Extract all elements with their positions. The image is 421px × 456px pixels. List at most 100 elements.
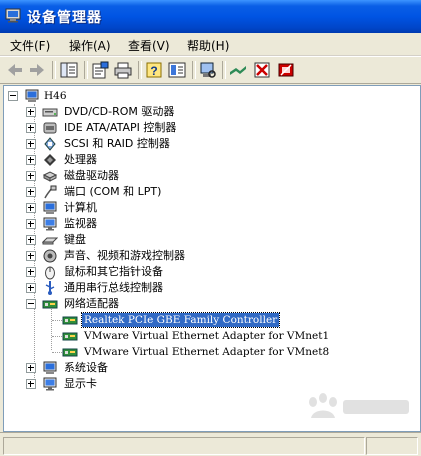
tree-item-ide-ata[interactable]: IDE ATA/ATAPI 控制器 <box>26 120 406 136</box>
menu-help[interactable]: 帮助(H) <box>187 37 229 54</box>
expand-toggle[interactable] <box>26 363 36 373</box>
network-card-icon <box>62 312 78 328</box>
tree-item-label: 磁盘驱动器 <box>64 169 119 182</box>
sound-icon <box>42 248 58 264</box>
computer-class-icon <box>42 200 58 216</box>
tree-item-network-adapters[interactable]: 网络适配器 <box>26 296 406 312</box>
tree-item-label: DVD/CD-ROM 驱动器 <box>64 105 175 118</box>
expand-toggle[interactable] <box>26 267 36 277</box>
show-hide-console-tree-icon[interactable] <box>59 60 79 80</box>
ide-controller-icon <box>42 120 58 136</box>
print-icon[interactable] <box>113 60 133 80</box>
menu-view[interactable]: 查看(V) <box>128 37 170 54</box>
tree-child-vmnet1[interactable]: VMware Virtual Ethernet Adapter for VMne… <box>62 328 402 344</box>
toolbar: ? <box>0 56 421 84</box>
tree-item-dvd-cdrom[interactable]: DVD/CD-ROM 驱动器 <box>26 104 406 120</box>
expand-toggle[interactable] <box>26 155 36 165</box>
device-tree[interactable]: H46 DVD/CD-ROM 驱动器 IDE ATA/ATAPI 控制器 SCS… <box>3 85 421 432</box>
expand-toggle[interactable] <box>26 187 36 197</box>
tree-root[interactable]: H46 <box>8 88 408 104</box>
tree-item-label: 计算机 <box>64 201 97 214</box>
computer-icon <box>24 88 40 104</box>
export-list-icon[interactable] <box>167 60 187 80</box>
keyboard-icon <box>42 232 58 248</box>
properties-icon[interactable] <box>90 60 110 80</box>
tree-item-mouse[interactable]: 鼠标和其它指针设备 <box>26 264 406 280</box>
tree-item-label: 通用串行总线控制器 <box>64 281 163 294</box>
tree-item-ports[interactable]: 端口 (COM 和 LPT) <box>26 184 406 200</box>
title-bar[interactable]: 设备管理器 <box>0 0 421 33</box>
tree-item-label: 鼠标和其它指针设备 <box>64 265 163 278</box>
expand-toggle[interactable] <box>26 171 36 181</box>
display-adapter-icon <box>42 376 58 392</box>
watermark-logo <box>295 388 415 428</box>
mouse-icon <box>42 264 58 280</box>
tree-item-label: 显示卡 <box>64 377 97 390</box>
tree-child-label: VMware Virtual Ethernet Adapter for VMne… <box>84 346 330 358</box>
tree-item-label: 键盘 <box>64 233 86 246</box>
tree-connector <box>52 320 62 321</box>
toolbar-separator <box>84 61 88 79</box>
tree-child-vmnet8[interactable]: VMware Virtual Ethernet Adapter for VMne… <box>62 344 402 360</box>
window-title: 设备管理器 <box>27 10 102 26</box>
help-icon[interactable]: ? <box>144 60 164 80</box>
tree-item-keyboard[interactable]: 键盘 <box>26 232 406 248</box>
update-driver-icon[interactable] <box>228 60 248 80</box>
expand-toggle[interactable] <box>26 107 36 117</box>
root-label: H46 <box>44 90 67 102</box>
network-card-icon <box>62 328 78 344</box>
cdrom-icon <box>42 104 58 120</box>
expand-toggle[interactable] <box>26 283 36 293</box>
system-devices-icon <box>42 360 58 376</box>
status-bar <box>0 432 421 456</box>
back-arrow-icon[interactable] <box>5 60 25 80</box>
tree-item-usb[interactable]: 通用串行总线控制器 <box>26 280 406 296</box>
tree-item-sound[interactable]: 声音、视频和游戏控制器 <box>26 248 406 264</box>
svg-text:?: ? <box>150 64 157 78</box>
tree-item-scsi-raid[interactable]: SCSI 和 RAID 控制器 <box>26 136 406 152</box>
expand-toggle[interactable] <box>26 251 36 261</box>
device-manager-window: 设备管理器 文件(F) 操作(A) 查看(V) 帮助(H) ? H46 DVD/… <box>0 0 421 456</box>
processor-icon <box>42 152 58 168</box>
device-manager-app-icon <box>5 8 22 23</box>
forward-arrow-icon[interactable] <box>27 60 47 80</box>
tree-child-realtek[interactable]: Realtek PCIe GBE Family Controller <box>62 312 362 328</box>
tree-item-label: 网络适配器 <box>64 297 119 310</box>
usb-icon <box>42 280 58 296</box>
tree-item-label: 端口 (COM 和 LPT) <box>64 185 162 198</box>
collapse-toggle[interactable] <box>8 91 18 101</box>
tree-item-label: 处理器 <box>64 153 97 166</box>
tree-child-label: VMware Virtual Ethernet Adapter for VMne… <box>84 330 330 342</box>
disk-drive-icon <box>42 168 58 184</box>
collapse-toggle[interactable] <box>26 299 36 309</box>
tree-item-system-devices[interactable]: 系统设备 <box>26 360 406 376</box>
toolbar-separator <box>192 61 196 79</box>
tree-item-computer[interactable]: 计算机 <box>26 200 406 216</box>
disable-icon[interactable] <box>276 60 296 80</box>
expand-toggle[interactable] <box>26 235 36 245</box>
tree-item-label: SCSI 和 RAID 控制器 <box>64 137 170 150</box>
tree-item-processor[interactable]: 处理器 <box>26 152 406 168</box>
scan-hardware-icon[interactable] <box>198 60 218 80</box>
tree-item-label: 系统设备 <box>64 361 108 374</box>
expand-toggle[interactable] <box>26 123 36 133</box>
tree-item-label: 监视器 <box>64 217 97 230</box>
tree-item-disk-drive[interactable]: 磁盘驱动器 <box>26 168 406 184</box>
scsi-icon <box>42 136 58 152</box>
tree-child-label: Realtek PCIe GBE Family Controller <box>80 312 281 328</box>
network-adapter-icon <box>42 296 58 312</box>
toolbar-separator <box>52 61 56 79</box>
expand-toggle[interactable] <box>26 139 36 149</box>
tree-item-monitor[interactable]: 监视器 <box>26 216 406 232</box>
tree-item-label: 声音、视频和游戏控制器 <box>64 249 185 262</box>
tree-item-label: IDE ATA/ATAPI 控制器 <box>64 121 177 134</box>
expand-toggle[interactable] <box>26 219 36 229</box>
expand-toggle[interactable] <box>26 203 36 213</box>
status-segment-aux <box>366 437 418 455</box>
menu-file[interactable]: 文件(F) <box>10 37 50 54</box>
menu-bar: 文件(F) 操作(A) 查看(V) 帮助(H) <box>0 33 421 56</box>
port-icon <box>42 184 58 200</box>
expand-toggle[interactable] <box>26 379 36 389</box>
menu-action[interactable]: 操作(A) <box>69 37 111 54</box>
uninstall-icon[interactable] <box>252 60 272 80</box>
